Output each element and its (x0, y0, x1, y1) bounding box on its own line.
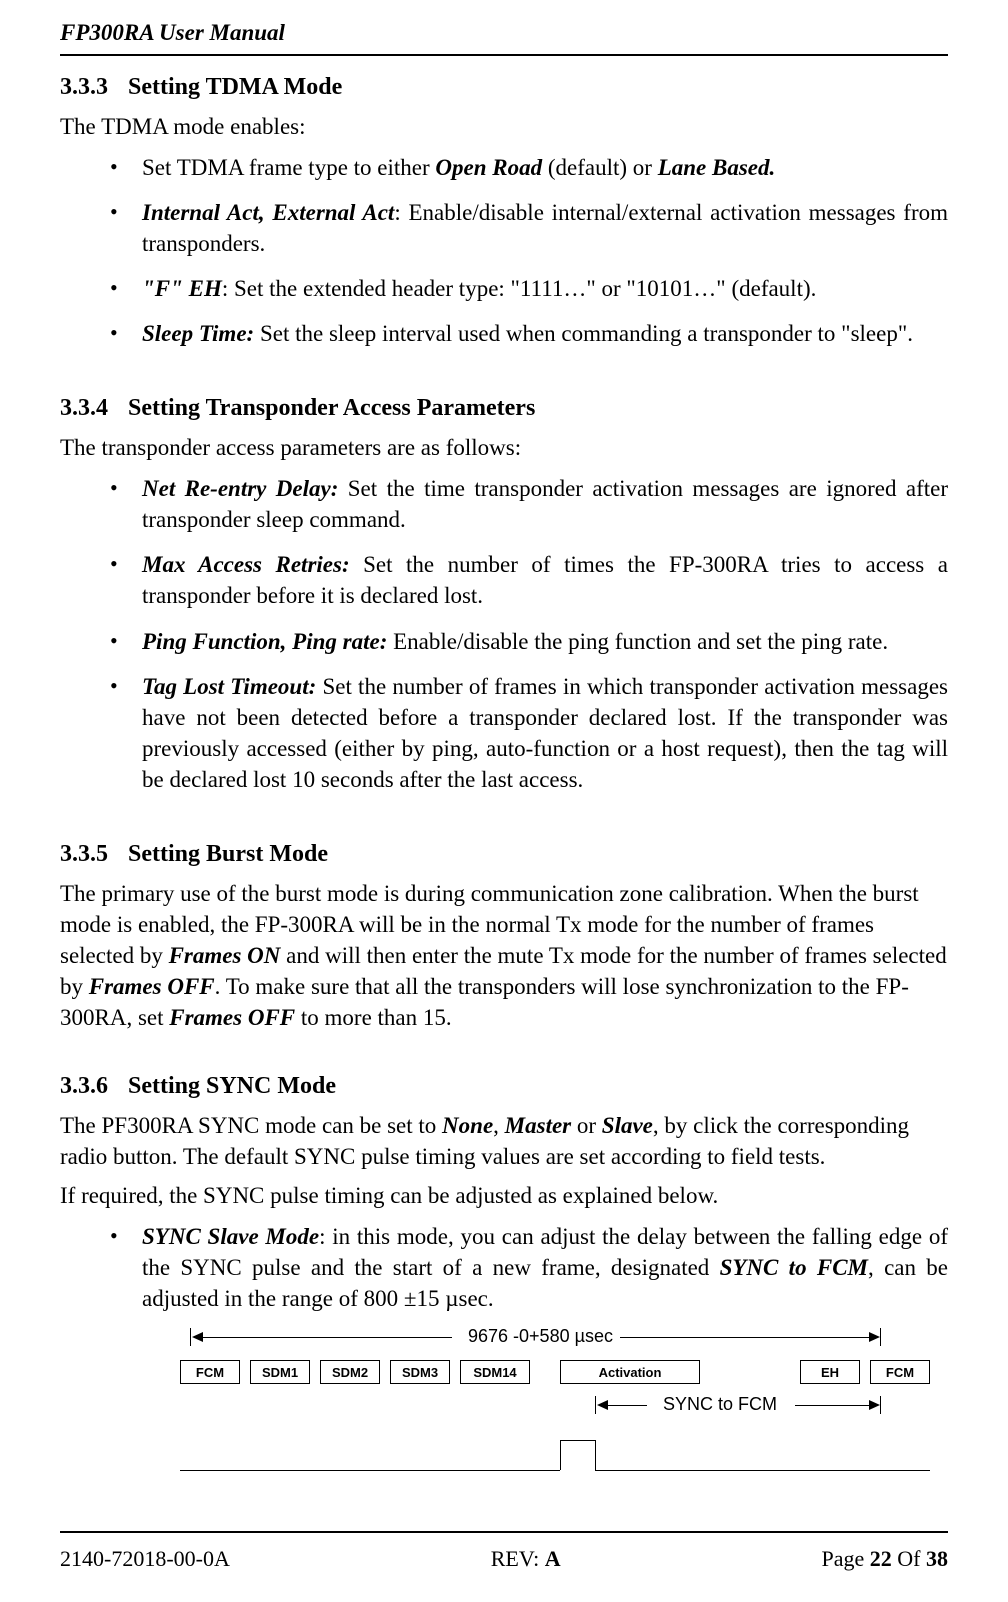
dim-sync: SYNC to FCM (180, 1396, 940, 1424)
heading-334-title: Setting Transponder Access Parameters (128, 395, 535, 421)
dim-total-label: 9676 -0+580 µsec (460, 1326, 621, 1347)
heading-335-num: 3.3.5 (60, 841, 128, 868)
box-sdm14: SDM14 (460, 1360, 530, 1384)
list-336: SYNC Slave Mode: in this mode, you can a… (100, 1221, 948, 1314)
text: , (493, 1113, 505, 1138)
list-item: Net Re-entry Delay: Set the time transpo… (100, 473, 948, 535)
box-eh: EH (800, 1360, 860, 1384)
intro-333: The TDMA mode enables: (60, 111, 948, 142)
para-335: The primary use of the burst mode is dur… (60, 878, 948, 1033)
footer-rev: A (545, 1546, 561, 1571)
emph: Max Access Retries: (142, 552, 350, 577)
heading-335: 3.3.5Setting Burst Mode (60, 841, 948, 868)
pulse-seg (560, 1440, 595, 1441)
text: Page (822, 1546, 870, 1571)
text: The PF300RA SYNC mode can be set to (60, 1113, 442, 1138)
list-334: Net Re-entry Delay: Set the time transpo… (100, 473, 948, 794)
box-sdm2: SDM2 (320, 1360, 380, 1384)
doc-header: FP300RA User Manual (60, 20, 948, 46)
emph: SYNC Slave Mode (142, 1224, 319, 1249)
list-333: Set TDMA frame type to either Open Road … (100, 152, 948, 349)
pulse-seg (560, 1440, 561, 1470)
text: : Set the extended header type: "1111…" … (222, 276, 817, 301)
dim-sync-label: SYNC to FCM (655, 1394, 785, 1415)
pulse-waveform (180, 1430, 940, 1490)
box-sdm3: SDM3 (390, 1360, 450, 1384)
list-item: Set TDMA frame type to either Open Road … (100, 152, 948, 183)
list-item: Internal Act, External Act: Enable/disab… (100, 197, 948, 259)
emph: "F" EH (142, 276, 222, 301)
text: REV: (491, 1546, 545, 1571)
heading-336: 3.3.6Setting SYNC Mode (60, 1073, 948, 1100)
footer-page: 22 (870, 1546, 892, 1571)
emph: SYNC to FCM (720, 1255, 868, 1280)
emph: Slave (602, 1113, 653, 1138)
intro-334: The transponder access parameters are as… (60, 432, 948, 463)
emph: Frames ON (169, 943, 281, 968)
dim-line (795, 1405, 870, 1406)
list-item: "F" EH: Set the extended header type: "1… (100, 273, 948, 304)
pulse-seg (595, 1470, 930, 1471)
emph: Ping Function, Ping rate: (142, 629, 387, 654)
emph: None (442, 1113, 493, 1138)
text: or (571, 1113, 602, 1138)
emph: Frames OFF (169, 1005, 295, 1030)
emph: Net Re-entry Delay: (142, 476, 338, 501)
dim-tick (880, 1328, 881, 1346)
box-fcm: FCM (180, 1360, 240, 1384)
dim-total: 9676 -0+580 µsec (180, 1328, 940, 1356)
timing-diagram: 9676 -0+580 µsec FCM SDM1 SDM2 SDM3 SDM1… (180, 1328, 940, 1478)
list-item: Ping Function, Ping rate: Enable/disable… (100, 626, 948, 657)
emph: Lane Based. (658, 155, 776, 180)
heading-336-num: 3.3.6 (60, 1073, 128, 1100)
dim-tick (190, 1328, 191, 1346)
footer-right: Page 22 Of 38 (822, 1546, 948, 1572)
list-item: Tag Lost Timeout: Set the number of fram… (100, 671, 948, 795)
pulse-seg (595, 1440, 596, 1470)
emph: Master (505, 1113, 571, 1138)
heading-333-title: Setting TDMA Mode (128, 74, 342, 100)
box-fcm2: FCM (870, 1360, 930, 1384)
heading-336-title: Setting SYNC Mode (128, 1073, 336, 1099)
emph: Frames OFF (89, 974, 215, 999)
list-item: Sleep Time: Set the sleep interval used … (100, 318, 948, 349)
header-rule (60, 54, 948, 56)
heading-333: 3.3.3Setting TDMA Mode (60, 74, 948, 101)
heading-334: 3.3.4Setting Transponder Access Paramete… (60, 395, 948, 422)
dim-line (607, 1405, 647, 1406)
dim-line (202, 1337, 452, 1338)
frame-boxes: FCM SDM1 SDM2 SDM3 SDM14 Activation EH F… (180, 1360, 940, 1388)
footer-center: REV: A (491, 1546, 561, 1572)
text: Enable/disable the ping function and set… (387, 629, 888, 654)
heading-335-title: Setting Burst Mode (128, 841, 328, 867)
footer-total: 38 (926, 1546, 948, 1571)
list-item: Max Access Retries: Set the number of ti… (100, 549, 948, 611)
pulse-seg (180, 1470, 560, 1471)
text: to more than 15. (295, 1005, 452, 1030)
text: Set TDMA frame type to either (142, 155, 435, 180)
emph: Internal Act, External Act (142, 200, 394, 225)
emph: Sleep Time: (142, 321, 254, 346)
footer-left: 2140-72018-00-0A (60, 1546, 230, 1572)
heading-333-num: 3.3.3 (60, 74, 128, 101)
text: Set the sleep interval used when command… (254, 321, 913, 346)
page-footer: 2140-72018-00-0A REV: A Page 22 Of 38 (60, 1546, 948, 1572)
arrow-right-icon (869, 1332, 880, 1342)
footer-rule (60, 1531, 948, 1533)
arrow-right-icon (869, 1400, 880, 1410)
dim-tick (880, 1396, 881, 1414)
emph: Tag Lost Timeout: (142, 674, 316, 699)
box-sdm1: SDM1 (250, 1360, 310, 1384)
para-336-1: The PF300RA SYNC mode can be set to None… (60, 1110, 948, 1172)
box-activation: Activation (560, 1360, 700, 1384)
heading-334-num: 3.3.4 (60, 395, 128, 422)
text: Of (892, 1546, 926, 1571)
dim-line (620, 1337, 870, 1338)
text: (default) or (542, 155, 658, 180)
list-item: SYNC Slave Mode: in this mode, you can a… (100, 1221, 948, 1314)
dim-tick (595, 1396, 596, 1414)
para-336-2: If required, the SYNC pulse timing can b… (60, 1180, 948, 1211)
emph: Open Road (435, 155, 542, 180)
